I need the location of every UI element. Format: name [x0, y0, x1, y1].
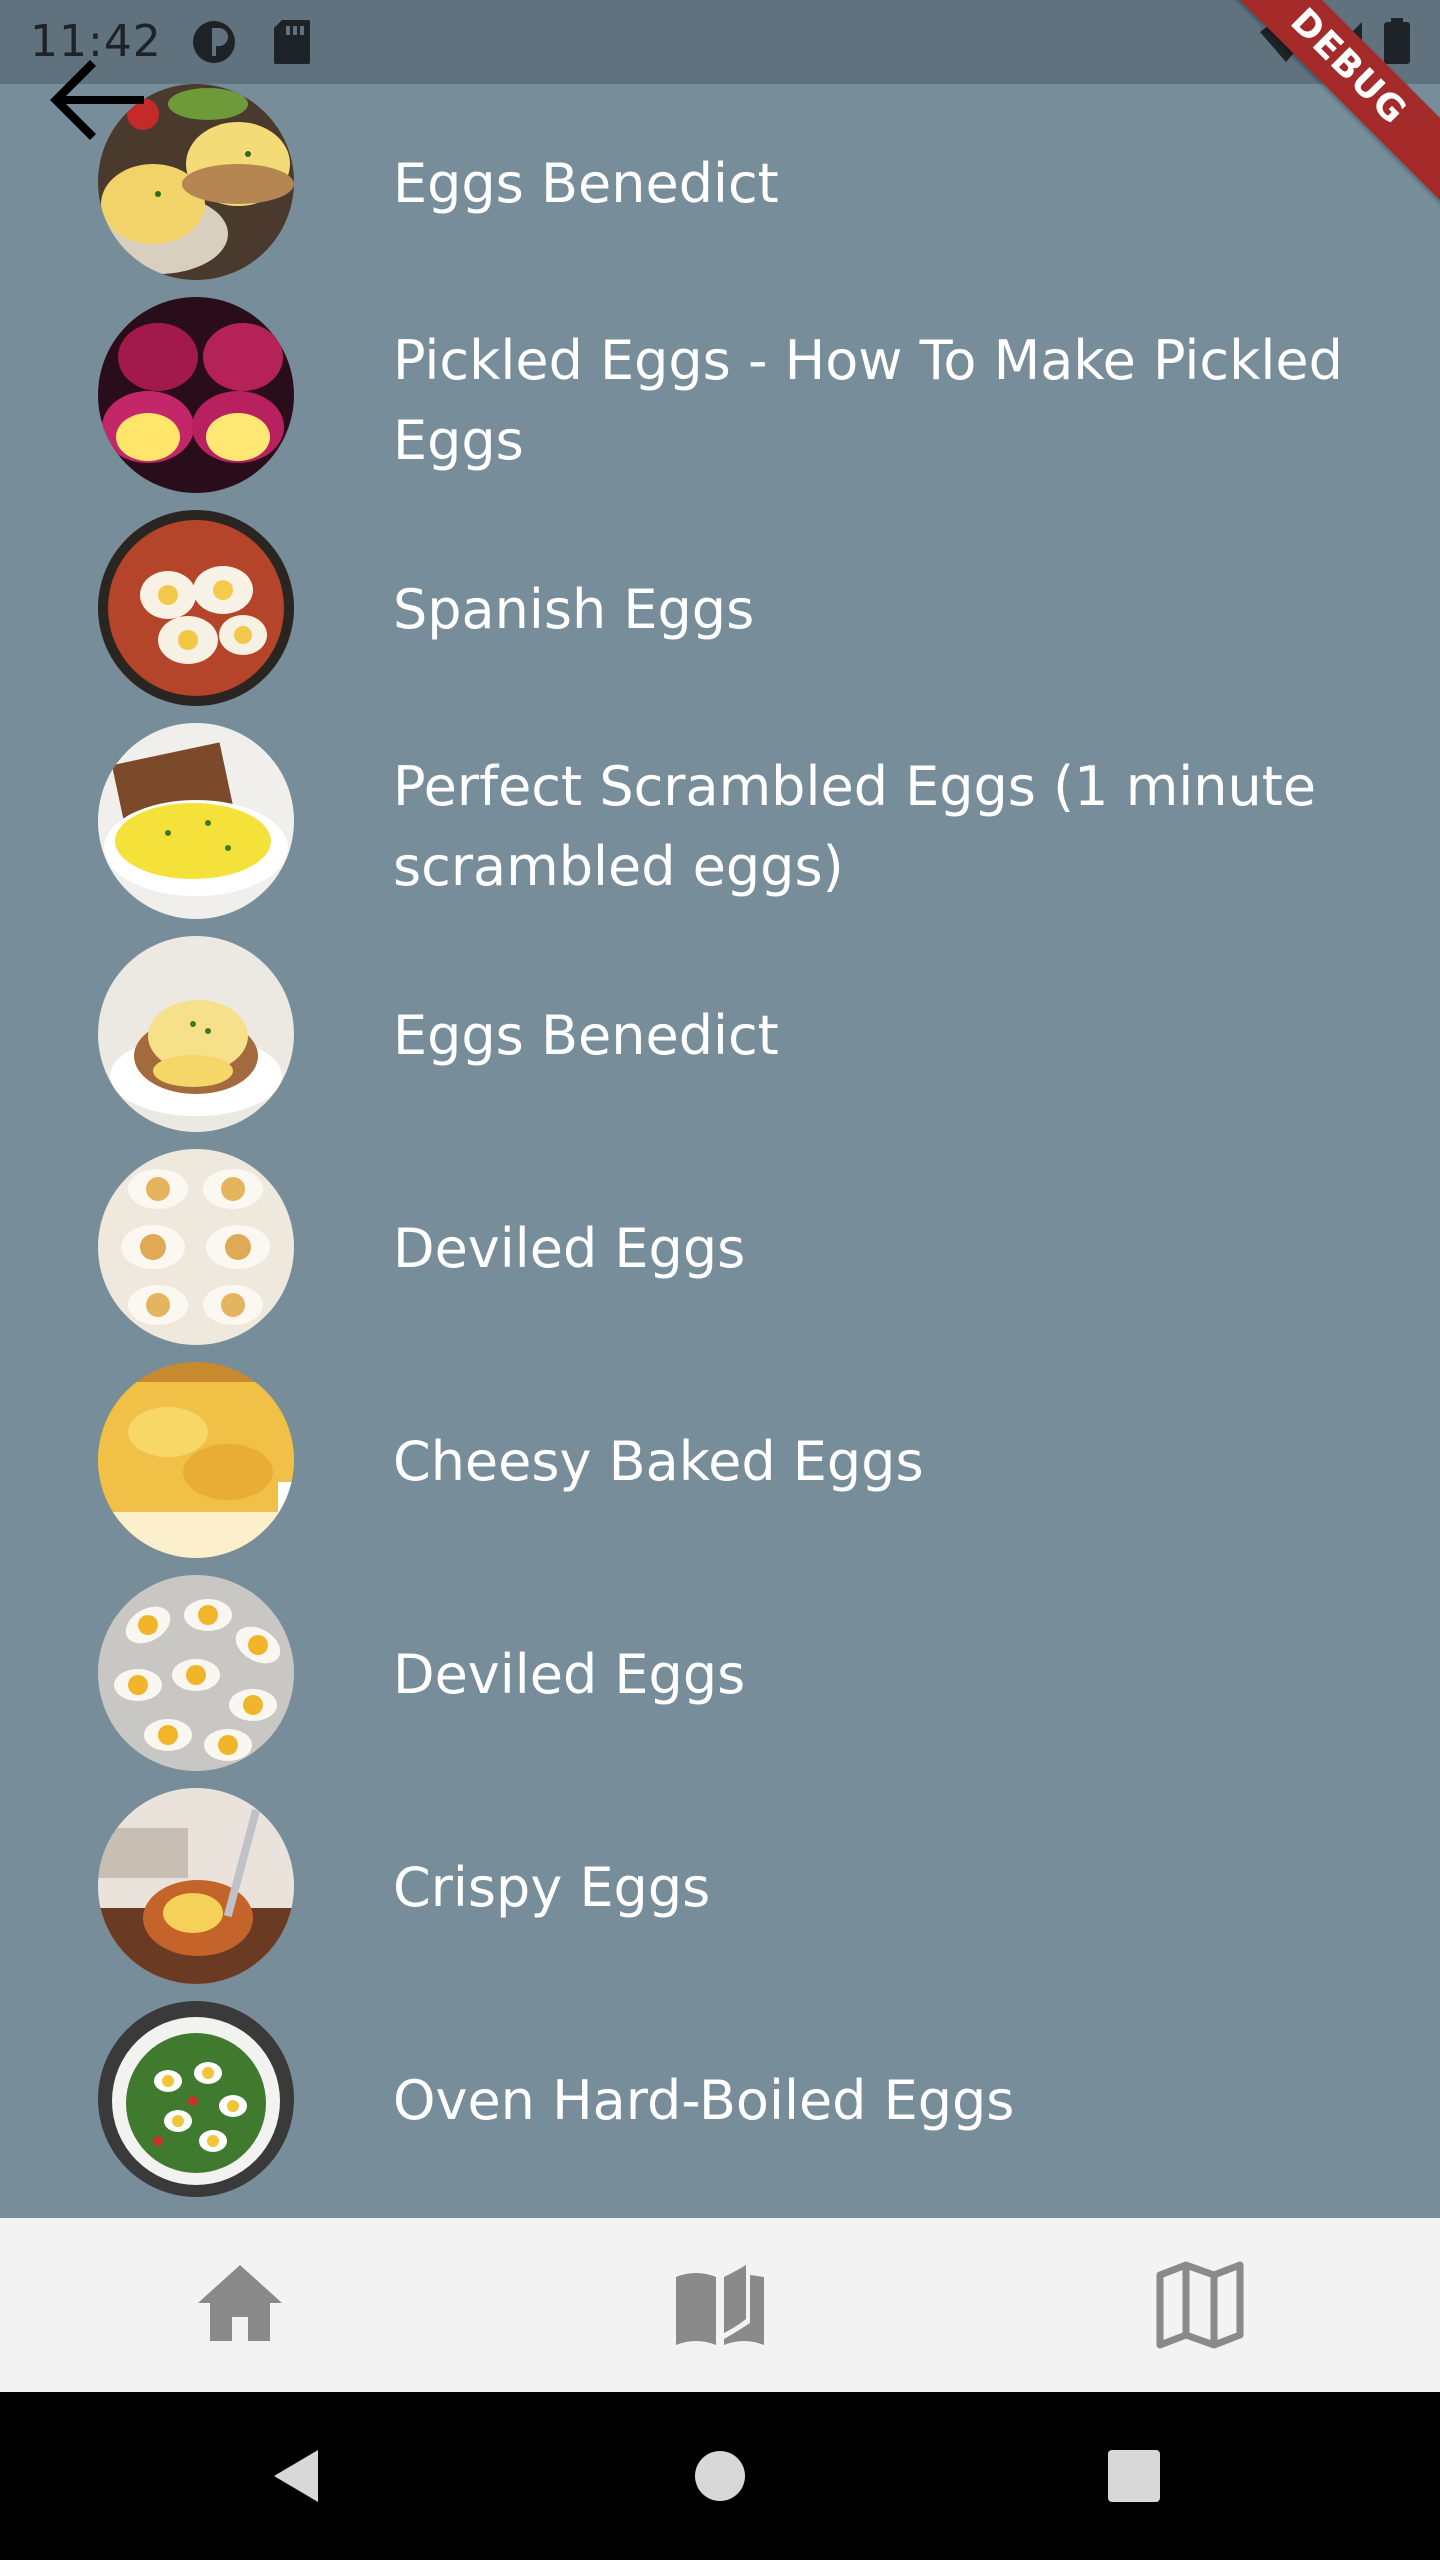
- home-icon: [198, 2265, 282, 2341]
- nav-item-home[interactable]: [0, 2218, 480, 2392]
- recipe-title: Eggs Benedict: [393, 152, 779, 215]
- recipe-list-item[interactable]: Deviled Eggs: [0, 1575, 1440, 1788]
- status-bar: 11:42 DEBUG: [0, 0, 1440, 236]
- recipe-list-item[interactable]: Pickled Eggs - How To Make Pickled Eggs: [0, 297, 1440, 510]
- recipe-list-item[interactable]: Crispy Eggs: [0, 1788, 1440, 2001]
- recipe-image: [98, 1788, 294, 1984]
- recipe-list-item[interactable]: Cheesy Baked Eggs: [0, 1362, 1440, 1575]
- battery-icon: [1382, 18, 1412, 70]
- system-recents-button[interactable]: [1014, 2392, 1254, 2560]
- recipe-image: [98, 297, 294, 493]
- recipe-title: Deviled Eggs: [393, 1643, 746, 1706]
- triangle-back-icon: [274, 2450, 318, 2502]
- recipe-list-item[interactable]: Eggs Benedict: [0, 936, 1440, 1149]
- recipe-image: [98, 1362, 294, 1558]
- square-recents-icon: [1108, 2450, 1160, 2502]
- recipe-list-item[interactable]: Spanish Eggs: [0, 510, 1440, 723]
- recipe-title: Eggs Benedict: [393, 1004, 779, 1067]
- sd-card-icon: [272, 18, 312, 70]
- map-icon: [1156, 2261, 1244, 2349]
- nav-item-recipes[interactable]: [480, 2218, 960, 2392]
- recipe-title: Perfect Scrambled Eggs (1 minute scrambl…: [393, 755, 1317, 898]
- back-button[interactable]: [44, 46, 154, 156]
- arrow-back-icon: [50, 60, 144, 140]
- recipe-title: Deviled Eggs: [393, 1217, 746, 1280]
- circle-home-icon: [695, 2451, 745, 2501]
- recipe-image: [98, 723, 294, 919]
- bottom-navigation: [0, 2218, 1440, 2392]
- recipe-list-item[interactable]: Eggs Benedict: [0, 84, 1440, 297]
- system-home-button[interactable]: [600, 2392, 840, 2560]
- recipe-title: Oven Hard-Boiled Eggs: [393, 2069, 1015, 2132]
- recipe-image: [98, 1575, 294, 1771]
- vpn-icon: [190, 18, 238, 70]
- recipe-title: Spanish Eggs: [393, 578, 755, 641]
- recipe-list-item[interactable]: Oven Hard-Boiled Eggs: [0, 2001, 1440, 2214]
- recipe-image: [98, 1149, 294, 1345]
- system-back-button[interactable]: [180, 2392, 420, 2560]
- recipe-image: [98, 2001, 294, 2197]
- recipe-image: [98, 936, 294, 1132]
- nav-item-map[interactable]: [960, 2218, 1440, 2392]
- recipe-list: Eggs Benedict Pickled Eggs - How To Make…: [0, 84, 1440, 2218]
- recipe-title: Cheesy Baked Eggs: [393, 1430, 924, 1493]
- recipe-image: [98, 510, 294, 706]
- recipe-title: Pickled Eggs - How To Make Pickled Eggs: [393, 329, 1343, 472]
- open-book-icon: [676, 2265, 764, 2345]
- recipe-list-item[interactable]: Perfect Scrambled Eggs (1 minute scrambl…: [0, 723, 1440, 936]
- recipe-title: Crispy Eggs: [393, 1856, 711, 1919]
- system-navigation-bar: [0, 2392, 1440, 2560]
- recipe-list-item[interactable]: Deviled Eggs: [0, 1149, 1440, 1362]
